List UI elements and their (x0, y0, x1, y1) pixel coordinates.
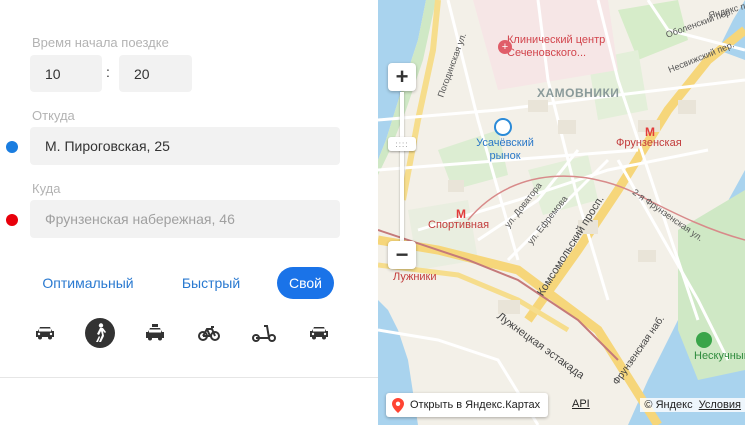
from-input[interactable]: М. Пироговская, 25 (30, 127, 340, 165)
to-input[interactable]: Фрунзенская набережная, 46 (30, 200, 340, 238)
park-icon (696, 332, 712, 348)
bicycle-icon[interactable] (194, 318, 224, 348)
market-label[interactable]: Усачёвский рынок (473, 137, 537, 163)
zoom-slider-track[interactable] (400, 92, 404, 242)
terms-link[interactable]: Условия (699, 399, 741, 411)
hospital-icon: + (498, 40, 512, 54)
zoom-slider-handle[interactable]: :::: (388, 137, 416, 151)
zoom-in-button[interactable]: + (388, 63, 416, 91)
to-point-icon (6, 214, 18, 226)
mode-optimal-button[interactable]: Оптимальный (32, 267, 144, 299)
open-in-yandex-label: Открыть в Яндекс.Картах (410, 399, 541, 411)
from-point-icon (6, 141, 18, 153)
metro-luzhniki-label[interactable]: Лужники (393, 271, 437, 283)
district-label: ХАМОВНИКИ (537, 86, 620, 100)
taxi-icon[interactable] (140, 318, 170, 348)
from-label: Откуда (32, 108, 75, 123)
pedestrian-icon[interactable] (85, 318, 115, 348)
map-view[interactable]: Клинический центр Сеченовского... + ХАМО… (378, 0, 745, 425)
hour-input[interactable]: 10 (30, 55, 102, 92)
mode-fast-button[interactable]: Быстрый (170, 267, 252, 299)
to-label: Куда (32, 181, 61, 196)
car-icon[interactable] (304, 318, 334, 348)
open-in-yandex-maps-button[interactable]: Открыть в Яндекс.Картах (386, 393, 549, 417)
copyright-text: © Яндекс (644, 399, 693, 411)
time-separator: : (106, 64, 110, 80)
map-pin-icon (392, 397, 404, 413)
park-neskuchny-label[interactable]: Нескучный (694, 350, 745, 362)
car-icon[interactable] (30, 318, 60, 348)
clinic-label[interactable]: Клинический центр Сеченовского... (507, 34, 607, 60)
mode-custom-button[interactable]: Свой (277, 267, 334, 299)
zoom-out-button[interactable]: − (388, 241, 416, 269)
cropped-header (50, 0, 170, 6)
route-panel: Время начала поездке 10 : 20 Откуда М. П… (0, 0, 378, 425)
metro-frunzenskaya-label[interactable]: Фрунзенская (616, 137, 682, 149)
metro-sportivnaya-label[interactable]: Спортивная (428, 219, 489, 231)
minute-input[interactable]: 20 (119, 55, 192, 92)
scooter-icon[interactable] (249, 318, 279, 348)
api-link[interactable]: API (572, 398, 590, 410)
copyright: © Яндекс Условия (640, 398, 745, 412)
time-label: Время начала поездке (32, 35, 169, 50)
panel-divider (0, 377, 378, 378)
market-icon (494, 118, 512, 136)
